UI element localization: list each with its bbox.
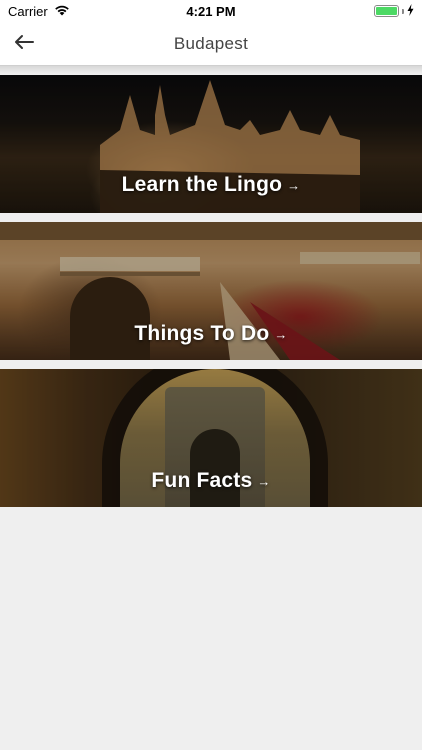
status-bar: Carrier 4:21 PM [0, 0, 422, 22]
card-learn-the-lingo[interactable]: Learn the Lingo → [0, 75, 422, 213]
empty-content-area [0, 507, 422, 750]
card-title: Learn the Lingo → [122, 173, 301, 197]
status-time: 4:21 PM [186, 3, 236, 19]
card-title: Fun Facts → [151, 469, 270, 493]
card-things-to-do[interactable]: Things To Do → [0, 222, 422, 360]
wifi-icon [54, 4, 70, 19]
carrier-label: Carrier [8, 3, 48, 19]
arrow-right-icon: → [257, 473, 271, 489]
card-fun-facts[interactable]: Fun Facts → [0, 369, 422, 507]
card-title: Things To Do → [134, 322, 287, 346]
arrow-right-icon: → [287, 177, 301, 193]
battery-icon [374, 5, 399, 17]
card-title-text: Learn the Lingo [121, 173, 283, 196]
arrow-right-icon: → [274, 326, 288, 342]
card-title-text: Things To Do [134, 322, 270, 345]
battery-cap [402, 8, 404, 14]
status-left: Carrier [8, 4, 70, 19]
nav-bar: Budapest [0, 22, 422, 66]
nav-divider [0, 66, 422, 74]
bolt-icon [407, 3, 414, 19]
status-right [374, 3, 414, 19]
battery-fill [376, 7, 397, 15]
card-title-text: Fun Facts [151, 469, 253, 492]
page-title: Budapest [173, 34, 249, 53]
